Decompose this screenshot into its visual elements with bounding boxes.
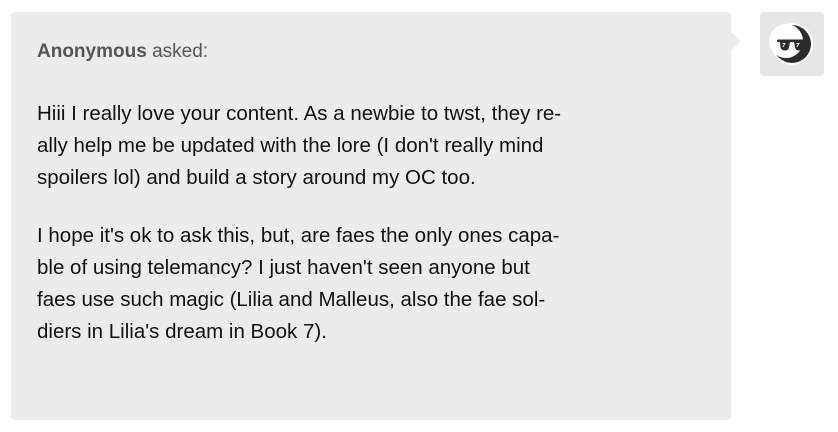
ask-line: diers in Lilia's dream in Book 7). [37, 320, 327, 343]
ask-line: Hiii I really love your content. As a ne… [37, 102, 562, 125]
ask-line: ally help me be updated with the lore (I… [37, 134, 544, 157]
sunglasses-moon-avatar-icon [769, 23, 813, 65]
ask-line: ble of using telemancy? I just haven't s… [37, 256, 530, 279]
ask-line: spoilers lol) and build a story around m… [37, 166, 476, 189]
ask-paragraph: I hope it's ok to ask this, but, are fae… [37, 220, 705, 348]
asker-name[interactable]: Anonymous [37, 41, 147, 62]
ask-header: Anonymous asked: [37, 40, 705, 64]
ask-body: Hiii I really love your content. As a ne… [37, 98, 705, 348]
ask-line: I hope it's ok to ask this, but, are fae… [37, 224, 560, 247]
ask-bubble: Anonymous asked: Hiii I really love your… [11, 12, 731, 420]
ask-line: faes use such magic (Lilia and Malleus, … [37, 288, 546, 311]
asked-label: asked: [152, 41, 209, 62]
ask-paragraph: Hiii I really love your content. As a ne… [37, 98, 705, 194]
avatar[interactable] [760, 12, 824, 76]
bubble-tail [731, 32, 741, 50]
